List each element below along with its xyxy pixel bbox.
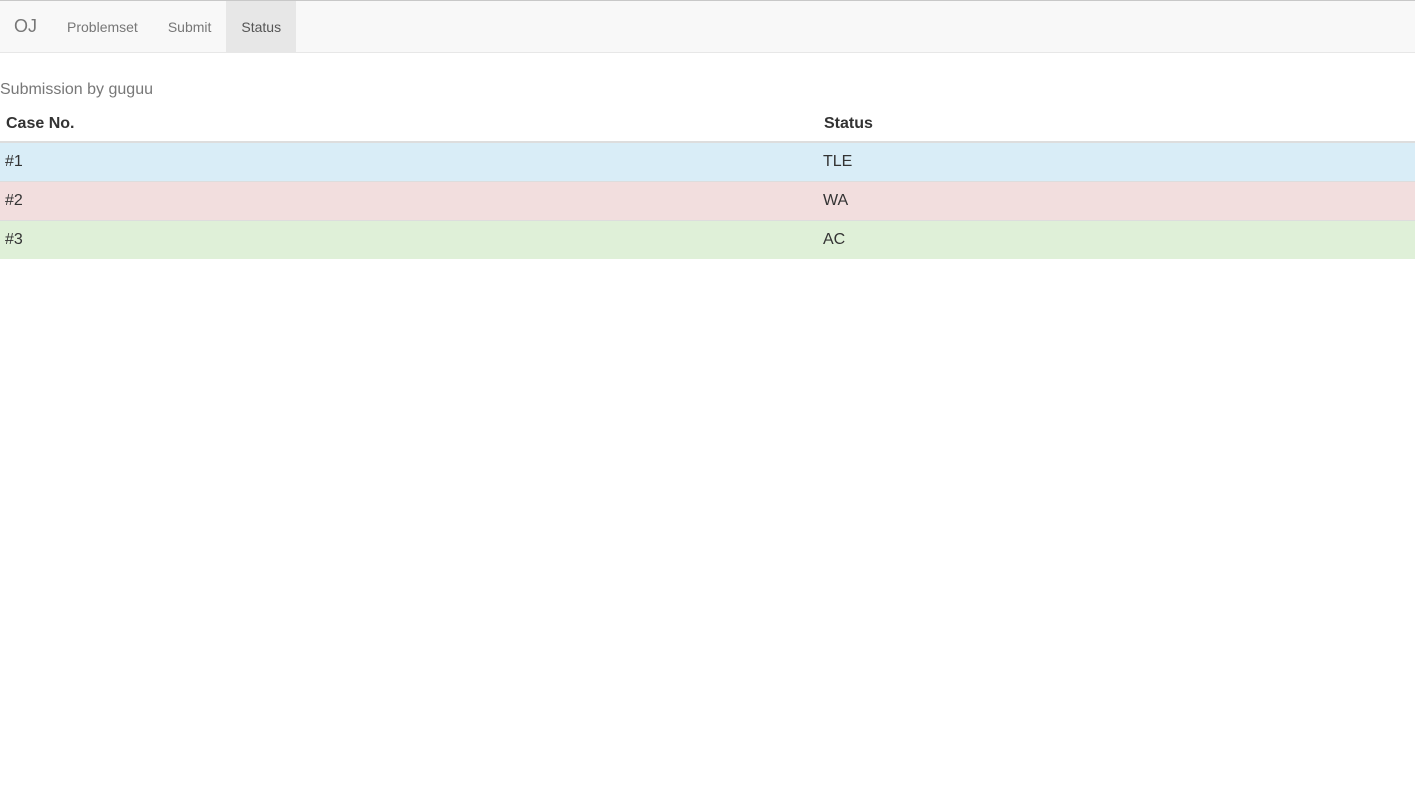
nav-item-problemset[interactable]: Problemset bbox=[52, 1, 153, 52]
case-results-table: Case No. Status #1 TLE #2 WA #3 AC bbox=[0, 108, 1415, 259]
main-content: Submission by guguu Case No. Status #1 T… bbox=[0, 53, 1415, 259]
nav-item-submit[interactable]: Submit bbox=[153, 1, 227, 52]
case-number-cell: #2 bbox=[0, 181, 817, 221]
submission-subtitle: Submission by guguu bbox=[0, 81, 153, 98]
nav-menu: Problemset Submit Status bbox=[52, 1, 297, 52]
brand-link[interactable]: OJ bbox=[0, 1, 52, 52]
column-header-status: Status bbox=[817, 108, 1415, 143]
nav-item-status[interactable]: Status bbox=[226, 1, 297, 52]
table-row: #2 WA bbox=[0, 181, 1415, 221]
table-header-row: Case No. Status bbox=[0, 108, 1415, 143]
column-header-case-no: Case No. bbox=[0, 108, 817, 143]
case-status-cell: TLE bbox=[817, 141, 1415, 182]
top-navbar: OJ Problemset Submit Status bbox=[0, 0, 1415, 53]
case-number-cell: #1 bbox=[0, 141, 817, 182]
case-status-cell: AC bbox=[817, 220, 1415, 259]
table-row: #1 TLE bbox=[0, 141, 1415, 182]
case-status-cell: WA bbox=[817, 181, 1415, 221]
case-number-cell: #3 bbox=[0, 220, 817, 259]
table-row: #3 AC bbox=[0, 220, 1415, 259]
